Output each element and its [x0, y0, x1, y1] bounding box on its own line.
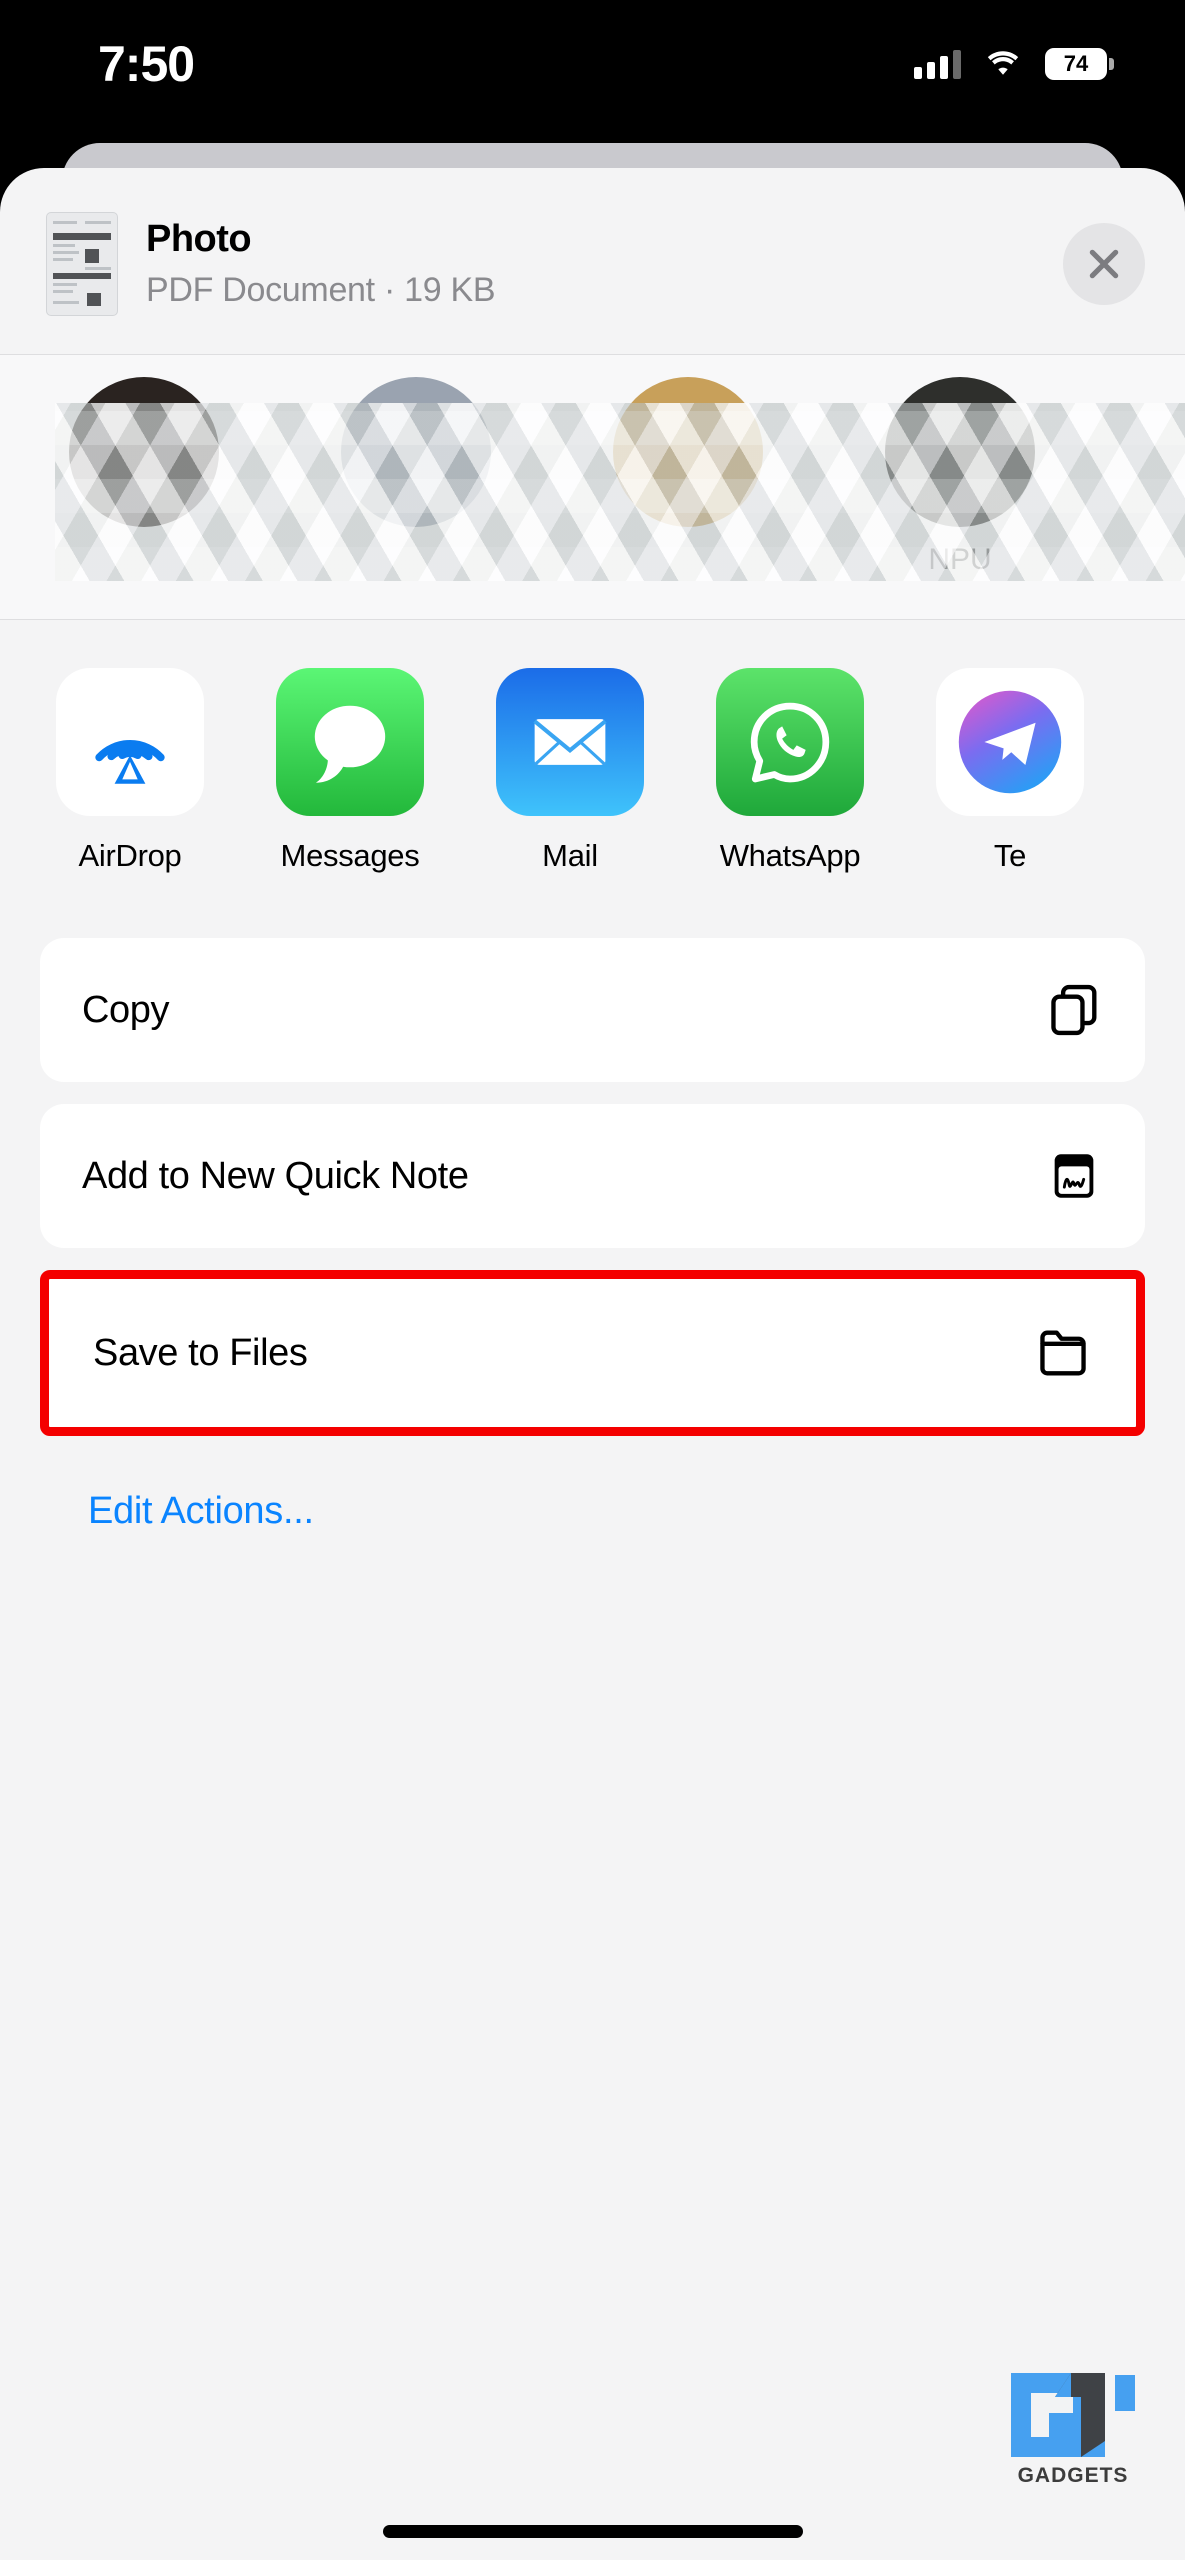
- share-sheet-header: Photo PDF Document · 19 KB: [0, 168, 1185, 355]
- contact-item[interactable]: NPU: [874, 377, 1046, 577]
- save-to-files-highlight: Save to Files: [40, 1270, 1145, 1436]
- share-app-messages[interactable]: Messages: [266, 668, 434, 874]
- share-app-label: Te: [993, 838, 1027, 873]
- action-label: Add to New Quick Note: [82, 1154, 469, 1197]
- share-app-telegram[interactable]: Te: [926, 668, 1094, 874]
- action-group-quick-note: Add to New Quick Note: [40, 1104, 1145, 1248]
- contact-avatar: [885, 377, 1035, 527]
- close-x-icon: [1089, 249, 1119, 279]
- action-row-save-to-files[interactable]: Save to Files: [51, 1281, 1134, 1425]
- contact-avatar: [69, 377, 219, 527]
- share-app-whatsapp[interactable]: WhatsApp: [706, 668, 874, 874]
- status-bar: 7:50 74: [0, 0, 1185, 128]
- contact-item[interactable]: [602, 377, 774, 543]
- contact-name: NPU: [928, 543, 992, 576]
- messages-icon: [276, 668, 424, 816]
- contact-avatar: [341, 377, 491, 527]
- action-group-copy: Copy: [40, 938, 1145, 1082]
- share-app-label: Messages: [280, 838, 420, 873]
- battery-icon: 74: [1045, 48, 1114, 80]
- edit-actions-button[interactable]: Edit Actions...: [40, 1456, 1145, 1533]
- battery-level: 74: [1063, 51, 1089, 76]
- action-row-add-to-new-quick-note[interactable]: Add to New Quick Note: [40, 1104, 1145, 1248]
- close-button[interactable]: [1063, 223, 1145, 305]
- status-bar-indicators: 74: [914, 48, 1114, 80]
- document-subtitle: PDF Document · 19 KB: [146, 271, 496, 309]
- action-label: Save to Files: [93, 1331, 308, 1374]
- cellular-bars-icon: [914, 49, 961, 79]
- action-label: Copy: [82, 988, 170, 1031]
- share-actions-list: Copy Add to New Quick Note Save to Files…: [0, 938, 1185, 1533]
- share-app-airdrop[interactable]: AirDrop: [46, 668, 214, 874]
- contact-item[interactable]: [330, 377, 502, 543]
- copy-icon: [1051, 984, 1097, 1036]
- pdf-page-thumbnail: [46, 212, 118, 316]
- folder-icon: [1040, 1330, 1086, 1376]
- wifi-icon: [987, 51, 1019, 75]
- action-group-save-to-files: Save to Files: [51, 1281, 1134, 1425]
- contact-item[interactable]: [58, 377, 230, 543]
- mail-icon: [496, 668, 644, 816]
- status-bar-clock: 7:50: [98, 36, 195, 92]
- watermark: GADGETS: [985, 2369, 1161, 2488]
- action-row-copy[interactable]: Copy: [40, 938, 1145, 1082]
- share-apps-row[interactable]: AirDrop Messages Mail WhatsApp Te: [0, 620, 1185, 938]
- share-app-label: WhatsApp: [719, 838, 861, 873]
- share-sheet: Photo PDF Document · 19 KB NPU AirDrop M…: [0, 168, 1185, 2560]
- telegram-icon: [936, 668, 1084, 816]
- home-indicator: [382, 2525, 803, 2538]
- share-app-label: AirDrop: [78, 838, 182, 873]
- whatsapp-icon: [716, 668, 864, 816]
- document-title: Photo: [146, 218, 252, 260]
- contact-avatar: [613, 377, 763, 527]
- share-app-mail[interactable]: Mail: [486, 668, 654, 874]
- airdrop-icon: [56, 668, 204, 816]
- contact-suggestions-row[interactable]: NPU: [0, 355, 1185, 620]
- quick-note-icon: [1054, 1154, 1094, 1198]
- gt-logo-icon: [1009, 2369, 1137, 2461]
- watermark-text: GADGETS: [1017, 2464, 1129, 2487]
- share-app-label: Mail: [542, 838, 598, 873]
- document-meta: Photo PDF Document · 19 KB: [146, 218, 1063, 310]
